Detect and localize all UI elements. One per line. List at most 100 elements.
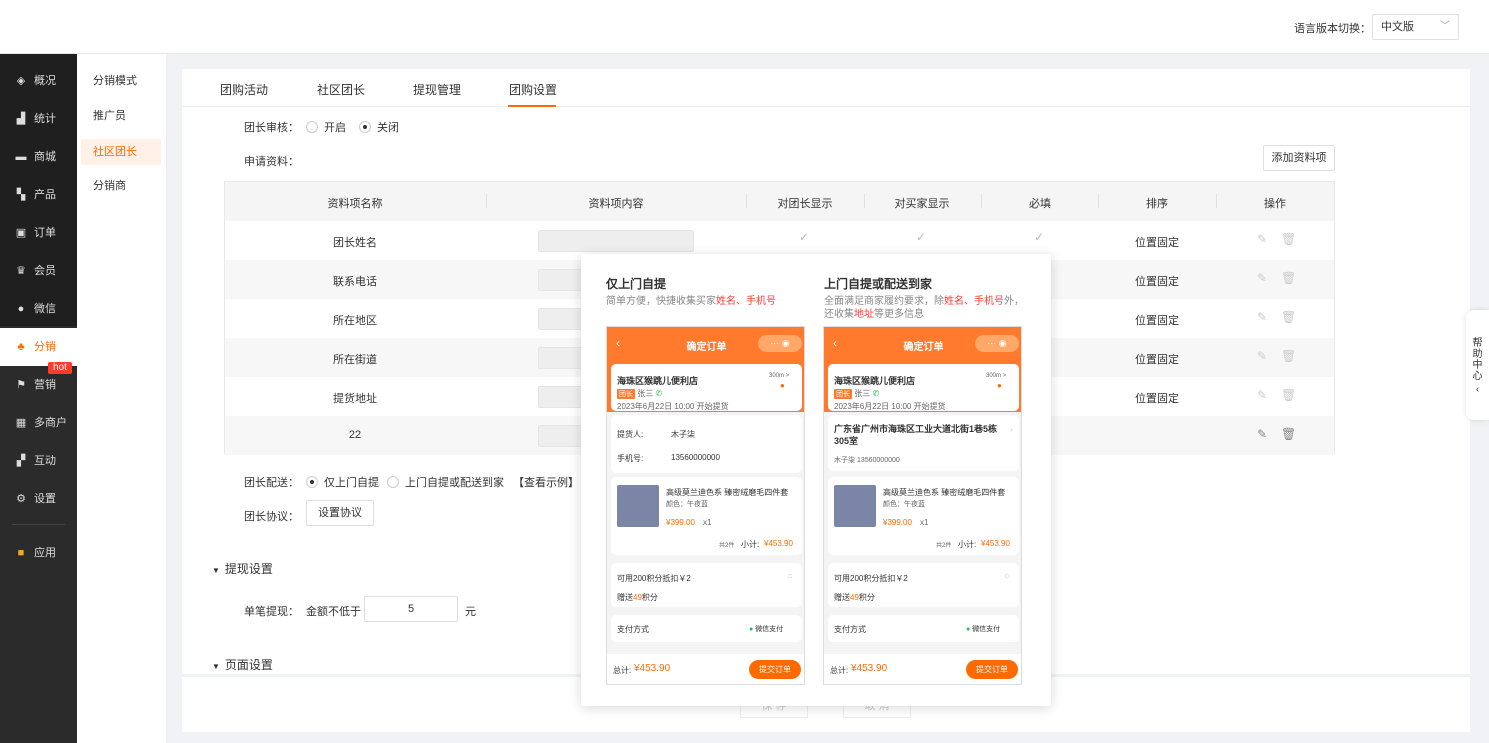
leader-info: 团长 张三 ✆: [834, 388, 879, 399]
desc-highlight: 姓名、手机号: [716, 296, 776, 307]
item-count: 共2件: [936, 543, 952, 549]
sidebar-item-member[interactable]: ♛ 会员: [0, 252, 77, 290]
phone-call-icon: ✆: [872, 389, 880, 398]
edit-icon[interactable]: ✎: [1257, 310, 1267, 324]
location-icon: ●: [997, 381, 1002, 390]
sidebar-item-marketing[interactable]: ⚑ 营销: [0, 366, 77, 404]
sidebar-item-interact[interactable]: ▞ 互动: [0, 442, 77, 480]
check-icon[interactable]: ✓: [799, 230, 809, 244]
trash-icon[interactable]: 🗑: [1281, 310, 1296, 324]
pickup-time: 2023年6月22日 10:00 开始提货: [617, 402, 729, 411]
edit-icon[interactable]: ✎: [1257, 232, 1267, 246]
tab-community-leader[interactable]: 社区团长: [317, 81, 365, 98]
review-on-radio[interactable]: 开启: [306, 119, 346, 135]
help-center-label: 帮助中心: [1472, 338, 1483, 382]
chevron-right-icon: ›: [1010, 425, 1013, 434]
delivery-both-radio[interactable]: 上门自提或配送到家: [387, 474, 504, 490]
review-off-radio[interactable]: 关闭: [359, 119, 399, 135]
min-amount-input[interactable]: 5: [364, 596, 458, 622]
col-separator: [864, 194, 865, 208]
product-name: 高级莫兰迪色系 臻密绒磨毛四件套: [666, 488, 789, 497]
table-header: 资料项名称 资料项内容 对团长显示 对买家显示 必填 排序 操作: [225, 182, 1334, 221]
language-select[interactable]: 中文版 ﹀: [1372, 14, 1459, 40]
tab-group-activity[interactable]: 团购活动: [220, 81, 268, 98]
row-name: 团长姓名: [333, 237, 377, 249]
pickup-or-delivery-title: 上门自提或配送到家: [824, 277, 933, 291]
store-name: 海珠区猴跳儿便利店: [834, 376, 916, 386]
trash-icon[interactable]: 🗑: [1281, 271, 1296, 285]
check-icon[interactable]: ✓: [916, 230, 926, 244]
sidebar-item-product[interactable]: ▚ 产品: [0, 176, 77, 214]
row-content-input[interactable]: [538, 230, 694, 252]
trash-icon[interactable]: 🗑: [1281, 427, 1296, 441]
sidebar-item-distribution[interactable]: ♣ 分销: [0, 328, 77, 366]
store-card: 海珠区猴跳儿便利店 300m > ● 团长 张三 ✆ 2023年6月22日 10…: [611, 364, 802, 411]
product-price: ¥399.00: [883, 518, 912, 527]
product-price: ¥399.00: [666, 518, 695, 527]
gear-icon: ⚙: [16, 493, 26, 505]
submenu-item-community-leader[interactable]: 社区团长: [81, 139, 161, 165]
col-separator: [1216, 194, 1217, 208]
store-distance: 300m >: [986, 373, 1007, 379]
subtotal-value: ¥453.90: [981, 539, 1010, 548]
location-icon: ●: [780, 381, 785, 390]
desc-text: 外，: [1004, 296, 1024, 307]
pay-card: 支付方式 ● 微信支付: [828, 615, 1019, 642]
phone-label: 手机号:: [617, 454, 644, 463]
store-distance: 300m >: [769, 373, 790, 379]
trash-icon[interactable]: 🗑: [1281, 232, 1296, 246]
trash-icon[interactable]: 🗑: [1281, 388, 1296, 402]
sidebar-item-overview[interactable]: ◈ 概况: [0, 62, 77, 100]
trash-icon[interactable]: 🗑: [1281, 349, 1296, 363]
sidebar-item-wechat[interactable]: ● 微信: [0, 290, 77, 328]
desc-highlight: 地址: [854, 309, 874, 320]
edit-icon[interactable]: ✎: [1257, 388, 1267, 402]
points-text: 可用200积分抵扣￥2: [834, 574, 908, 583]
sidebar-item-stats[interactable]: ▟ 统计: [0, 100, 77, 138]
withdraw-section-toggle[interactable]: ▼ 提现设置: [212, 560, 273, 577]
pay-method: ● 微信支付: [749, 624, 783, 634]
set-agreement-button[interactable]: 设置协议: [306, 500, 374, 526]
tab-withdraw[interactable]: 提现管理: [413, 81, 461, 98]
sidebar-item-order[interactable]: ▣ 订单: [0, 214, 77, 252]
gift-text: 积分: [858, 593, 875, 602]
wechat-icon: ●: [17, 303, 25, 315]
points-radio-icon[interactable]: ○: [787, 571, 793, 582]
tab-group-settings[interactable]: 团购设置: [509, 81, 557, 98]
check-icon[interactable]: ✓: [1034, 230, 1044, 244]
submenu-item-promoter[interactable]: 推广员: [81, 103, 161, 129]
submit-order-button[interactable]: 提交订单: [749, 660, 801, 679]
product-image: [834, 485, 876, 527]
delivery-address: 广东省广州市海珠区工业大道北街1巷5栋305室: [834, 424, 998, 446]
pickup-only-desc: 简单方便，快捷收集买家姓名、手机号: [606, 295, 796, 308]
merchant-icon: ▦: [15, 417, 27, 429]
submit-order-button[interactable]: 提交订单: [966, 660, 1018, 679]
points-card: 可用200积分抵扣￥2 ○ 赠送49积分: [828, 563, 1019, 607]
desc-highlight: 姓名、手机号: [944, 296, 1004, 307]
radio-label: 仅上门自提: [324, 477, 379, 489]
help-center-tab[interactable]: 帮助中心 ‹: [1466, 310, 1489, 420]
sidebar-item-store[interactable]: ▬ 商城: [0, 138, 77, 176]
col-show-leader: 对团长显示: [777, 198, 833, 210]
section-title: 提现设置: [224, 562, 273, 576]
phone-value: 13560000000: [671, 453, 720, 462]
edit-icon[interactable]: ✎: [1257, 349, 1267, 363]
page-section-toggle[interactable]: ▼ 页面设置: [212, 656, 273, 673]
submenu-item-distributor[interactable]: 分销商: [81, 173, 161, 199]
chart-icon: ▟: [16, 113, 26, 125]
row-name: 所在地区: [333, 315, 377, 327]
submenu-item-mode[interactable]: 分销模式: [81, 68, 161, 94]
add-item-button[interactable]: 添加资料项: [1263, 145, 1335, 171]
view-example-link[interactable]: 【查看示例】: [513, 474, 579, 490]
points-radio-icon[interactable]: ○: [1004, 571, 1010, 582]
edit-icon[interactable]: ✎: [1257, 271, 1267, 285]
sidebar-item-merchant[interactable]: ▦ 多商户: [0, 404, 77, 442]
share-icon: ♣: [17, 341, 25, 353]
subtotal-label: 小计:: [741, 540, 760, 549]
delivery-label: 团长配送：: [244, 477, 299, 489]
delivery-example-popover: 仅上门自提 简单方便，快捷收集买家姓名、手机号 上门自提或配送到家 全面满足商家…: [581, 254, 1051, 706]
sidebar-item-apps[interactable]: ■ 应用: [0, 534, 77, 572]
delivery-pickup-radio[interactable]: 仅上门自提: [306, 474, 379, 490]
edit-icon[interactable]: ✎: [1257, 427, 1267, 441]
sidebar-item-settings[interactable]: ⚙ 设置: [0, 480, 77, 518]
